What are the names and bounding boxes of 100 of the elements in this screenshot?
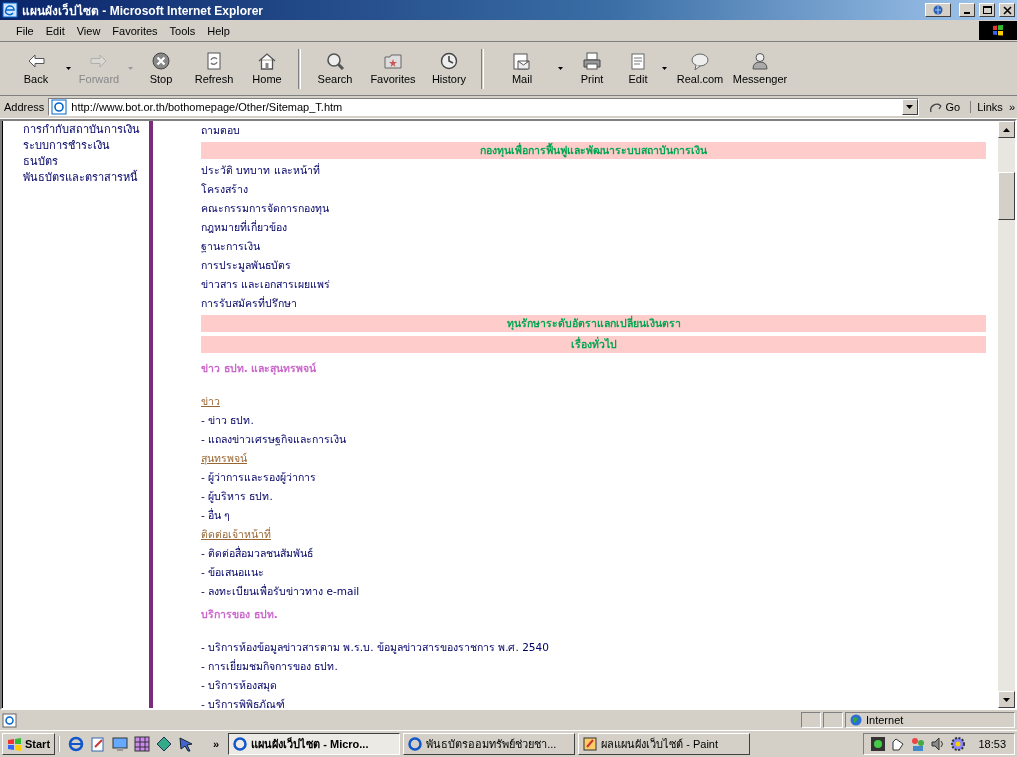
sitemap-item[interactable]: - ข้อเสนอแนะ [201,563,265,582]
section-heading: ข่าว ธปท. และสุนทรพจน์ [201,361,317,377]
section-header: เรื่องทั่วไป [201,336,986,353]
vertical-scrollbar[interactable] [998,121,1015,708]
toolbar-button[interactable]: Edit [618,45,658,92]
minimize-button[interactable] [959,3,975,17]
maximize-icon [982,5,992,15]
monitor-icon[interactable] [112,736,129,752]
menu-item[interactable]: File [10,22,40,39]
ie-page-icon [232,736,249,752]
sitemap-item[interactable]: - แถลงข่าวเศรษฐกิจและการเงิน [201,430,347,449]
more-chevron[interactable]: » [1008,101,1015,113]
sidebar-link[interactable]: ระบบการชำระเงิน [23,137,149,153]
toolbar-button[interactable]: Back [10,45,62,92]
search-icon [325,52,345,70]
down-arrow-icon [1003,697,1010,702]
toolbar-button[interactable]: Messenger [730,45,790,92]
sitemap-item[interactable]: โครงสร้าง [201,180,248,199]
sitemap-item[interactable]: - บริการห้องข้อมูลข่าวสารตาม พ.ร.บ. ข้อมูลข่าวสารของราชการ พ.ศ. 2540 [201,638,549,657]
scroll-thumb[interactable] [998,172,1015,220]
sitemap-item[interactable]: กฎหมายที่เกี่ยวข้อง [201,218,287,237]
toolbar-button[interactable]: Favorites [363,45,423,92]
cursor-icon[interactable] [178,736,195,752]
sitemap-item[interactable]: - บริการพิพิธภัณฑ์ [201,695,286,708]
taskbar-button[interactable]: แผนผังเว็ปไซต - Micro... [228,733,401,755]
address-field[interactable]: http://www.bot.or.th/bothomepage/Other/Sitemap_T.htm [48,98,919,116]
sitemap-item[interactable]: - ติดต่อสื่อมวลชนสัมพันธ์ [201,544,314,563]
sitemap-item[interactable]: ถามตอบ [201,121,240,140]
window-title: แผนผังเว็ปไซต - Microsoft Internet Explorer [22,2,265,20]
stop-icon [151,52,171,70]
sitemap-item[interactable]: ประวัติ บทบาท และหน้าที่ [201,161,320,180]
ie-page-icon [2,712,17,728]
status-pane [823,712,843,728]
sidebar-link[interactable]: การกำกับสถาบันการเงิน [23,121,149,137]
toolbar-button[interactable]: Search [307,45,363,92]
up-arrow-icon [1003,127,1010,132]
go-button[interactable]: Go [922,100,967,114]
sitemap-item[interactable]: ฐานะการเงิน [201,237,260,256]
close-button[interactable] [999,3,1015,17]
diamond-icon[interactable] [156,736,173,752]
person-icon [750,52,770,70]
start-button[interactable]: Start [2,733,56,755]
ie-page-icon [407,736,424,752]
toolbar-button[interactable]: History [423,45,475,92]
menu-item[interactable]: Favorites [106,22,164,39]
sitemap-item[interactable]: การรับสมัครที่ปรึกษา [201,294,297,313]
refresh-icon [204,52,224,70]
category-link[interactable]: สุนทรพจน์ [201,449,247,468]
envelope-icon [512,52,532,70]
more-chevron[interactable]: » [205,738,226,750]
sitemap-item[interactable]: - ผู้บริหาร ธปท. [201,487,273,506]
go-arrow-icon [928,100,943,114]
notepad-icon[interactable] [90,736,107,752]
sidebar-link[interactable]: พันธบัตรและตราสารหนี้ [23,169,149,185]
menu-item[interactable]: Help [201,22,236,39]
address-label: Address [4,101,45,113]
dropdown-button[interactable] [901,99,918,115]
sitemap-item[interactable]: - ข่าว ธปท. [201,411,254,430]
toolbar-button[interactable]: Print [566,45,618,92]
sitemap-item[interactable]: คณะกรรมการจัดการกองทุน [201,199,329,218]
sitemap-item[interactable]: - ลงทะเบียนเพื่อรับข่าวทาง e-mail [201,582,360,601]
ie-page-icon [2,2,18,18]
globe-icon [850,714,862,726]
scroll-down-button[interactable] [998,691,1015,708]
minimize-icon [964,11,970,14]
sitemap-item[interactable]: ข่าวสาร และเอกสารเผยแพร่ [201,275,331,294]
paint-icon [582,736,599,752]
sidebar-link[interactable]: ธนบัตร [23,153,149,169]
status-pane [801,712,821,728]
help-button[interactable] [925,3,951,17]
folder-star-icon [383,52,403,70]
sitemap-item[interactable]: - อื่น ๆ [201,506,231,525]
caret-icon [906,105,913,109]
taskbar-button[interactable]: พันธบัตรออมทรัพย์ช่วยชา... [403,733,576,755]
scroll-up-button[interactable] [998,121,1015,138]
windows-logo-icon [979,21,1017,40]
printer-icon [582,52,602,70]
sitemap-item[interactable]: การประมูลพันธบัตร [201,256,291,275]
taskbar-button[interactable]: ผลแผนผังเว็บไซต์ - Paint [578,733,751,755]
toolbar-button[interactable]: Refresh [186,45,242,92]
toolbar-button[interactable]: Real.com [670,45,730,92]
toolbar-button[interactable]: Home [242,45,292,92]
menu-item[interactable]: Tools [163,22,202,39]
clock-icon [439,52,459,70]
category-link[interactable]: ติดต่อเจ้าหน้าที่ [201,525,271,544]
toolbar-button[interactable]: Mail [490,45,554,92]
grid-icon[interactable] [134,736,151,752]
globe-icon [933,5,943,15]
section-header: กองทุนเพื่อการฟื้นฟูและพัฒนาระบบสถาบันการเงิน [201,142,986,159]
toolbar-button[interactable]: Stop [136,45,186,92]
browser-icon[interactable] [68,736,85,752]
category-link[interactable]: ข่าว [201,392,220,411]
maximize-button[interactable] [979,3,995,17]
sitemap-item[interactable]: - ผู้ว่าการและรองผู้ว่าการ [201,468,317,487]
menu-item[interactable]: Edit [39,22,71,39]
sitemap-item[interactable]: - บริการห้องสมุด [201,676,278,695]
section-heading: บริการของ ธปท. [201,607,278,622]
menu-item[interactable]: View [70,22,107,39]
links-label[interactable]: Links [977,101,1003,113]
sitemap-item[interactable]: - การเยี่ยมชมกิจการของ ธปท. [201,657,338,676]
